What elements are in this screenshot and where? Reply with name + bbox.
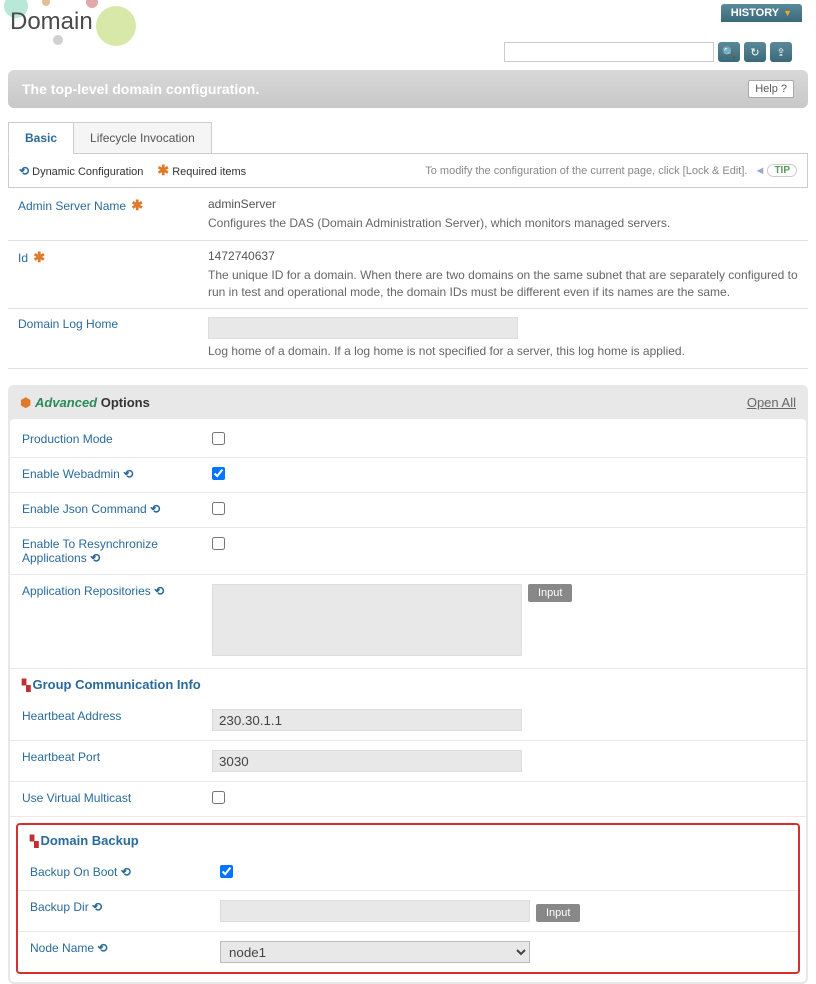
tip-badge: TIP	[767, 164, 797, 177]
row-id: Id ✱ 1472740637 The unique ID for a doma…	[8, 240, 808, 309]
page-title: Domain	[10, 8, 806, 36]
id-value: 1472740637	[208, 249, 798, 263]
tab-lifecycle[interactable]: Lifecycle Invocation	[73, 122, 212, 154]
log-home-desc: Log home of a domain. If a log home is n…	[208, 343, 798, 360]
legend-dynamic: ⟲ Dynamic Configuration	[19, 164, 143, 178]
group-comm-table: Heartbeat Address Heartbeat Port Use Vir…	[10, 700, 806, 817]
admin-server-desc: Configures the DAS (Domain Administratio…	[208, 215, 798, 232]
sync-icon: ⟲	[150, 502, 160, 516]
help-button[interactable]: Help ?	[748, 80, 794, 98]
enable-webadmin-label: Enable Webadmin	[22, 467, 120, 481]
heartbeat-port-label: Heartbeat Port	[22, 750, 100, 764]
heartbeat-port-input[interactable]	[212, 750, 522, 772]
advanced-header: ⬢ Advanced Options Open All	[10, 387, 806, 419]
tip-arrow-icon: ◄	[755, 165, 766, 177]
export-icon: ⇪	[776, 46, 785, 59]
required-icon: ✱	[157, 162, 169, 178]
log-home-input[interactable]	[208, 317, 518, 339]
search-input[interactable]	[504, 42, 714, 62]
required-icon: ✱	[131, 197, 143, 213]
row-enable-resync: Enable To Resynchronize Applications ⟲	[10, 528, 806, 575]
row-log-home: Domain Log Home Log home of a domain. If…	[8, 309, 808, 369]
banner-title: The top-level domain configuration.	[22, 81, 259, 97]
row-backup-on-boot: Backup On Boot ⟲	[18, 856, 798, 891]
export-button[interactable]: ⇪	[770, 42, 792, 62]
section-marker-icon: ▚	[30, 836, 38, 848]
enable-json-checkbox[interactable]	[212, 502, 225, 515]
virtual-multicast-label: Use Virtual Multicast	[22, 791, 131, 805]
enable-webadmin-checkbox[interactable]	[212, 467, 225, 480]
tab-basic[interactable]: Basic	[8, 122, 74, 154]
row-admin-server: Admin Server Name ✱ adminServer Configur…	[8, 189, 808, 240]
search-icon: 🔍	[722, 46, 736, 59]
advanced-table: Production Mode Enable Webadmin ⟲ Enable…	[10, 423, 806, 669]
sync-icon: ⟲	[121, 865, 131, 879]
row-enable-webadmin: Enable Webadmin ⟲	[10, 458, 806, 493]
row-heartbeat-port: Heartbeat Port	[10, 741, 806, 782]
advanced-title-opt: Options	[101, 395, 150, 410]
production-mode-checkbox[interactable]	[212, 432, 225, 445]
search-button[interactable]: 🔍	[718, 42, 740, 62]
backup-on-boot-label: Backup On Boot	[30, 865, 117, 879]
basic-fields-table: Admin Server Name ✱ adminServer Configur…	[8, 189, 808, 369]
row-enable-json: Enable Json Command ⟲	[10, 493, 806, 528]
row-app-repos: Application Repositories ⟲ Input	[10, 575, 806, 669]
row-node-name: Node Name ⟲ node1	[18, 932, 798, 973]
app-repos-label: Application Repositories	[22, 584, 151, 598]
domain-backup-highlight: ▚Domain Backup Backup On Boot ⟲ Backup D…	[16, 823, 800, 974]
heartbeat-address-input[interactable]	[212, 709, 522, 731]
advanced-title-adv: Advanced	[35, 395, 97, 410]
tip-section: To modify the configuration of the curre…	[425, 164, 797, 177]
row-production-mode: Production Mode	[10, 423, 806, 458]
open-all-link[interactable]: Open All	[747, 395, 796, 411]
node-name-select[interactable]: node1	[220, 941, 530, 963]
row-virtual-multicast: Use Virtual Multicast	[10, 782, 806, 817]
id-desc: The unique ID for a domain. When there a…	[208, 267, 798, 301]
enable-json-label: Enable Json Command	[22, 502, 147, 516]
section-marker-icon: ▚	[22, 680, 30, 692]
shield-icon: ⬢	[20, 395, 31, 410]
backup-dir-input[interactable]	[220, 900, 530, 922]
backup-on-boot-checkbox[interactable]	[220, 865, 233, 878]
production-mode-label: Production Mode	[22, 432, 113, 446]
sync-icon: ⟲	[123, 467, 133, 481]
app-repos-textarea[interactable]	[212, 584, 522, 656]
legend-row: ⟲ Dynamic Configuration ✱ Required items…	[8, 153, 808, 188]
id-label: Id	[18, 251, 28, 265]
refresh-icon: ↻	[750, 46, 759, 59]
sync-icon: ⟲	[90, 551, 100, 565]
enable-resync-checkbox[interactable]	[212, 537, 225, 550]
advanced-panel: ⬢ Advanced Options Open All Production M…	[8, 385, 808, 984]
domain2-backup-table: Backup On Boot ⟲ Backup Dir ⟲ Input Node…	[18, 856, 798, 972]
row-backup-dir: Backup Dir ⟲ Input	[18, 891, 798, 932]
tip-message: To modify the configuration of the curre…	[425, 165, 747, 177]
virtual-multicast-checkbox[interactable]	[212, 791, 225, 804]
sync-icon: ⟲	[92, 900, 102, 914]
group-comm-header: ▚Group Communication Info	[10, 669, 806, 700]
page-header: HISTORY ▼ Domain 🔍 ↻ ⇪	[0, 0, 816, 70]
legend-required: ✱ Required items	[157, 162, 246, 179]
refresh-button[interactable]: ↻	[744, 42, 766, 62]
page-banner: The top-level domain configuration. Help…	[8, 70, 808, 108]
backup-dir-label: Backup Dir	[30, 900, 89, 914]
admin-server-value: adminServer	[208, 197, 798, 211]
domain-backup-header: ▚Domain Backup	[18, 825, 798, 856]
admin-server-label: Admin Server Name	[18, 199, 126, 213]
sync-icon: ⟲	[19, 164, 29, 178]
required-icon: ✱	[33, 249, 45, 265]
node-name-label: Node Name	[30, 941, 94, 955]
backup-dir-input-button[interactable]: Input	[536, 904, 580, 922]
log-home-label: Domain Log Home	[18, 317, 118, 331]
tabs: Basic Lifecycle Invocation	[8, 122, 808, 154]
sync-icon: ⟲	[97, 941, 107, 955]
row-heartbeat-address: Heartbeat Address	[10, 700, 806, 741]
heartbeat-address-label: Heartbeat Address	[22, 709, 121, 723]
app-repos-input-button[interactable]: Input	[528, 584, 572, 602]
sync-icon: ⟲	[154, 584, 164, 598]
